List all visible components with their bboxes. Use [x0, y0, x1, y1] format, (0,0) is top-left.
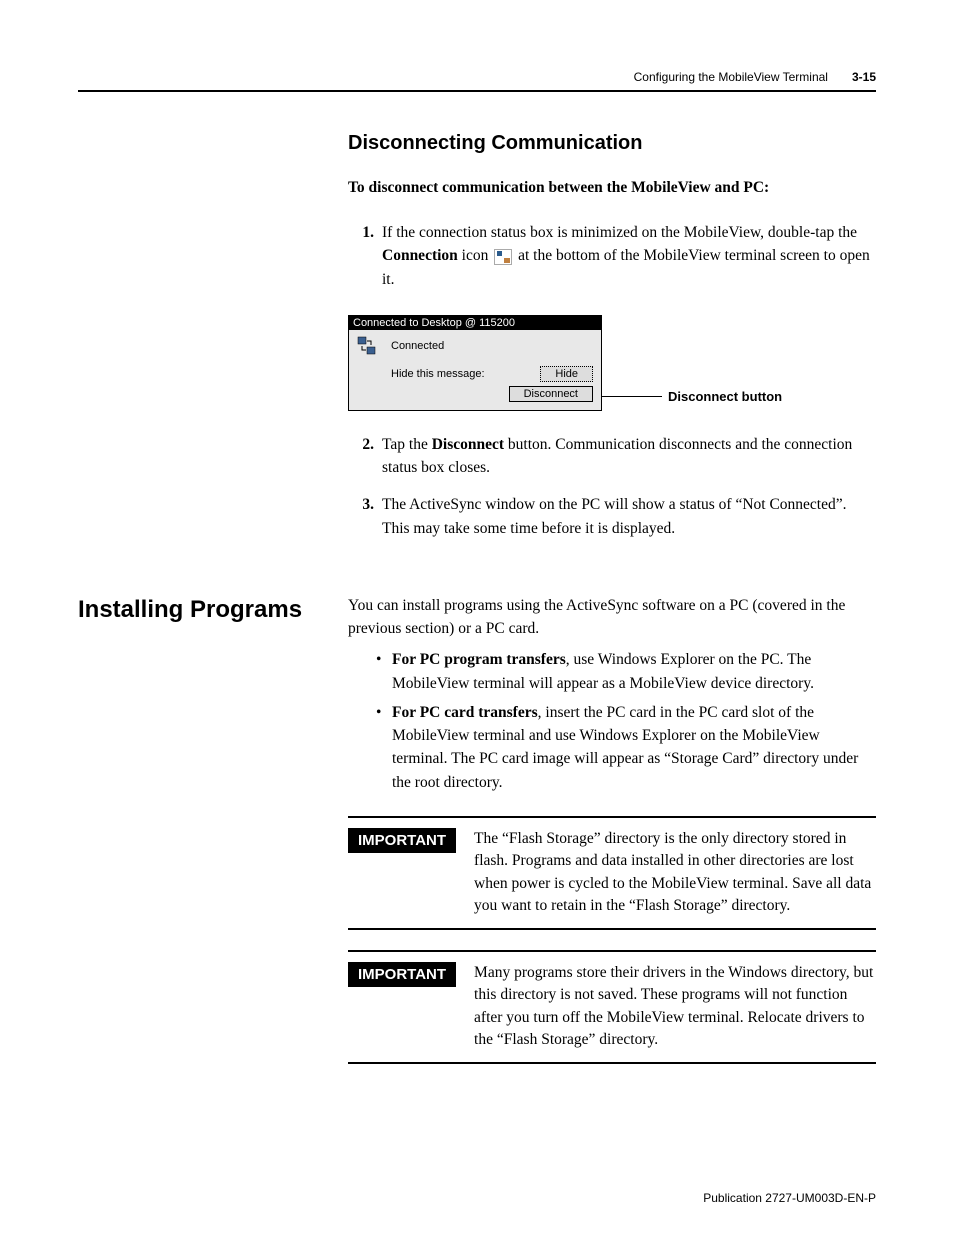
important-label: IMPORTANT — [348, 828, 456, 853]
connection-icon — [494, 249, 512, 265]
hide-message-label: Hide this message: — [391, 368, 485, 380]
bullet-pc-card: For PC card transfers, insert the PC car… — [376, 701, 876, 794]
step-1: 1. If the connection status box is minim… — [348, 221, 876, 291]
step-2: 2. Tap the Disconnect button. Communicat… — [348, 433, 876, 480]
window-titlebar: Connected to Desktop @ 115200 — [349, 316, 601, 330]
header-page-number: 3-15 — [852, 70, 876, 84]
connection-window: Connected to Desktop @ 115200 Connected — [348, 315, 602, 411]
header-title: Configuring the MobileView Terminal — [634, 70, 828, 84]
section-heading: Installing Programs — [78, 596, 348, 624]
bullet-pc-program: For PC program transfers, use Windows Ex… — [376, 648, 876, 695]
page-header: Configuring the MobileView Terminal 3-15 — [78, 70, 876, 92]
connection-window-figure: Connected to Desktop @ 115200 Connected — [348, 315, 876, 411]
subsection-heading: Disconnecting Communication — [348, 132, 876, 155]
step-3: 3. The ActiveSync window on the PC will … — [348, 493, 876, 540]
step-number: 3. — [348, 493, 374, 540]
connection-status-text: Connected — [391, 340, 444, 352]
important-label: IMPORTANT — [348, 962, 456, 987]
publication-footer: Publication 2727-UM003D-EN-P — [703, 1191, 876, 1205]
important-box-2: IMPORTANT Many programs store their driv… — [348, 950, 876, 1064]
important-text: The “Flash Storage” directory is the onl… — [474, 828, 876, 918]
callout-line — [602, 396, 662, 397]
intro-text: To disconnect communication between the … — [348, 179, 876, 197]
section-intro: You can install programs using the Activ… — [348, 594, 876, 641]
hide-button[interactable]: Hide — [540, 366, 593, 382]
important-text: Many programs store their drivers in the… — [474, 962, 876, 1052]
important-box-1: IMPORTANT The “Flash Storage” directory … — [348, 816, 876, 930]
callout-label: Disconnect button — [668, 389, 782, 404]
disconnect-button[interactable]: Disconnect — [509, 386, 593, 402]
sync-icon — [357, 336, 377, 356]
step-number: 2. — [348, 433, 374, 480]
step-number: 1. — [348, 221, 374, 291]
